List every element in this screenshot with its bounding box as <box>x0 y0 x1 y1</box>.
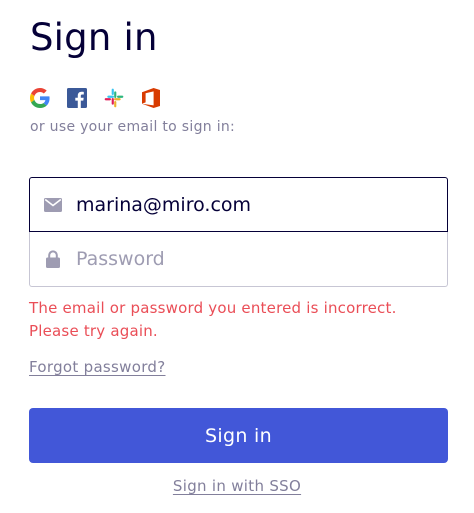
email-field <box>29 177 448 232</box>
credentials-field-group <box>29 177 448 287</box>
password-input[interactable] <box>76 232 436 286</box>
page-title: Sign in <box>30 16 158 59</box>
google-icon <box>30 88 50 108</box>
email-input[interactable] <box>76 178 436 231</box>
forgot-password-link[interactable]: Forgot password? <box>29 358 166 376</box>
error-message: The email or password you entered is inc… <box>29 297 449 343</box>
facebook-icon <box>67 88 87 108</box>
error-message-line-1: The email or password you entered is inc… <box>29 299 397 317</box>
slack-icon <box>104 88 124 108</box>
password-field <box>29 232 448 287</box>
social-login-row <box>28 86 176 110</box>
envelope-icon <box>44 196 62 214</box>
slack-signin-button[interactable] <box>102 86 126 110</box>
office365-icon <box>142 88 160 108</box>
sign-in-button[interactable]: Sign in <box>29 408 448 463</box>
lock-icon <box>44 250 62 268</box>
alternate-signin-text: or use your email to sign in: <box>30 119 236 135</box>
error-message-line-2: Please try again. <box>29 322 158 340</box>
facebook-signin-button[interactable] <box>65 86 89 110</box>
sign-in-sso-link[interactable]: Sign in with SSO <box>173 477 301 495</box>
google-signin-button[interactable] <box>28 86 52 110</box>
office365-signin-button[interactable] <box>139 86 163 110</box>
sso-link-container: Sign in with SSO <box>0 477 474 495</box>
